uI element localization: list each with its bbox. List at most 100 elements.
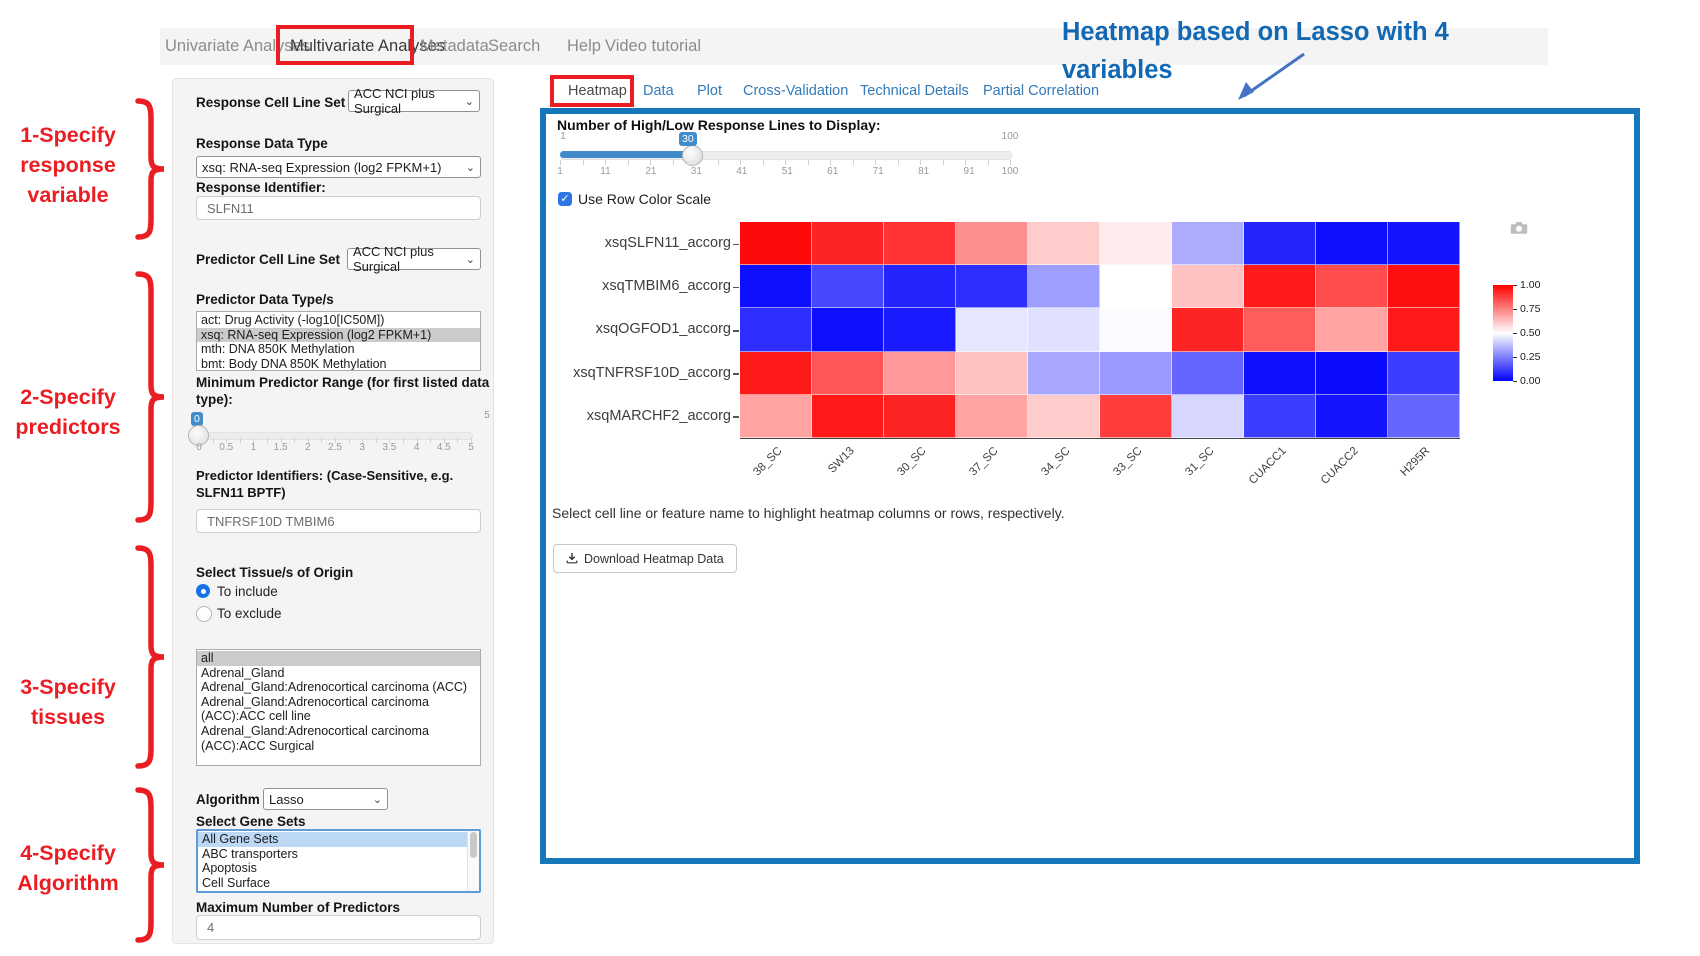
heatmap-row-label[interactable]: xsqSLFN11_accorg: [556, 222, 731, 265]
heatmap-column-label[interactable]: H295R: [1399, 445, 1433, 479]
nav-item-search[interactable]: Search: [488, 37, 540, 56]
slider-minor-tick: [267, 438, 268, 443]
predictor-data-types-listbox[interactable]: act: Drug Activity (-log10[IC50M])xsq: R…: [196, 311, 481, 371]
heatmap-column-label[interactable]: 38_SC: [751, 445, 784, 478]
list-item[interactable]: all: [197, 651, 480, 666]
max-predictors-input[interactable]: 4: [196, 915, 481, 940]
heatmap-column-label[interactable]: 30_SC: [895, 445, 928, 478]
list-item[interactable]: Cell Surface: [198, 876, 479, 891]
gene-sets-scrollbar-thumb[interactable]: [470, 832, 477, 858]
slider-tick-label: 2.5: [328, 442, 342, 453]
tissue-include-radio[interactable]: [196, 584, 210, 598]
response-cell-line-set-value: ACC NCI plus Surgical: [354, 86, 461, 116]
list-item[interactable]: ABC transporters: [198, 847, 479, 862]
heatmap-row-tick: [733, 330, 739, 332]
heatmap-column-label[interactable]: CUACC1: [1247, 445, 1289, 487]
tissue-exclude-radio-label[interactable]: To exclude: [217, 606, 282, 621]
heatmap-row-label[interactable]: xsqTNFRSF10D_accorg: [556, 352, 731, 395]
heatmap-row-label[interactable]: xsqTMBIM6_accorg: [556, 265, 731, 308]
tissue-include-radio-label[interactable]: To include: [217, 584, 278, 599]
response-lines-slider-handle[interactable]: [682, 145, 703, 166]
heatmap-column-label[interactable]: 31_SC: [1183, 445, 1216, 478]
algorithm-value: Lasso: [269, 792, 304, 807]
tissue-listbox[interactable]: allAdrenal_GlandAdrenal_Gland:Adrenocort…: [196, 649, 481, 766]
heatmap-row-label[interactable]: xsqMARCHF2_accorg: [556, 395, 731, 438]
tab-partial-correlation[interactable]: Partial Correlation: [983, 83, 1099, 99]
predictor-identifiers-input[interactable]: TNFRSF10D TMBIM6: [196, 509, 481, 533]
heatmap-row-label[interactable]: xsqOGFOD1_accorg: [556, 308, 731, 351]
list-item[interactable]: Adrenal_Gland:Adrenocortical carcinoma (…: [197, 680, 480, 695]
row-color-scale-checkbox[interactable]: ✓: [558, 192, 572, 206]
response-identifier-input[interactable]: SLFN11: [196, 196, 481, 220]
predictor-identifiers-label: Predictor Identifiers: (Case-Sensitive, …: [196, 467, 491, 501]
slider-minor-tick: [628, 160, 629, 165]
check-icon: ✓: [560, 193, 569, 205]
annotation-step4-line2: Algorithm: [6, 868, 130, 898]
chevron-down-icon: ⌄: [465, 95, 474, 108]
algorithm-select[interactable]: Lasso ⌄: [263, 788, 388, 810]
slider-minor-tick: [853, 160, 854, 165]
min-predictor-range-value-badge: 0: [191, 412, 203, 426]
gene-sets-scrollbar[interactable]: [467, 831, 479, 891]
list-item[interactable]: Adrenal_Gland: [197, 666, 480, 681]
min-predictor-range-max-label: 5: [484, 410, 490, 421]
list-item[interactable]: Adrenal_Gland:Adrenocortical carcinoma (…: [197, 724, 480, 753]
heatmap-column-label[interactable]: SW13: [826, 445, 857, 476]
response-cell-line-set-select[interactable]: ACC NCI plus Surgical ⌄: [348, 90, 480, 112]
nav-item-metadata[interactable]: Metadata: [420, 37, 489, 56]
tab-cross-validation[interactable]: Cross-Validation: [743, 83, 848, 99]
list-item[interactable]: Adrenal_Gland:Adrenocortical carcinoma (…: [197, 695, 480, 724]
tab-technical-details[interactable]: Technical Details: [860, 83, 969, 99]
response-data-type-select[interactable]: xsq: RNA-seq Expression (log2 FPKM+1) ⌄: [196, 156, 481, 178]
annotation-step3-line1: 3-Specify: [6, 672, 130, 702]
heatmap-cell: [1388, 352, 1460, 395]
response-lines-slider-max-label: 100: [1002, 131, 1019, 142]
slider-minor-tick: [213, 438, 214, 443]
heatmap-cell: [1388, 222, 1460, 265]
slider-tick-label: 1: [557, 166, 563, 177]
heatmap-cell: [1172, 308, 1244, 351]
heatmap-column-label[interactable]: 34_SC: [1039, 445, 1072, 478]
heatmap-cell: [1028, 265, 1100, 308]
tab-data[interactable]: Data: [643, 83, 674, 99]
slider-tick-label: 1.5: [274, 442, 288, 453]
list-item[interactable]: Apoptosis: [198, 861, 479, 876]
nav-item-video-tutorial[interactable]: Video tutorial: [605, 37, 701, 56]
chevron-down-icon: ⌄: [466, 253, 475, 266]
heatmap-column-label[interactable]: 37_SC: [967, 445, 1000, 478]
heatmap-column-label[interactable]: 33_SC: [1111, 445, 1144, 478]
slider-minor-tick: [898, 160, 899, 165]
download-heatmap-data-label: Download Heatmap Data: [584, 552, 724, 566]
gene-sets-listbox[interactable]: All Gene SetsABC transportersApoptosisCe…: [196, 829, 481, 893]
max-predictors-value: 4: [207, 920, 214, 935]
heatmap-cell: [1388, 395, 1460, 438]
heatmap-cell: [740, 352, 812, 395]
list-item[interactable]: mth: DNA 850K Methylation: [197, 342, 480, 357]
colorbar-tick-label: 0.50: [1520, 327, 1540, 339]
predictor-cell-line-set-label: Predictor Cell Line Set: [196, 251, 340, 268]
nav-item-help[interactable]: Help: [567, 37, 601, 56]
row-color-scale-checkbox-label[interactable]: Use Row Color Scale: [578, 191, 711, 207]
predictor-cell-line-set-select[interactable]: ACC NCI plus Surgical ⌄: [347, 248, 481, 270]
heatmap-cell: [884, 265, 956, 308]
slider-tick-label: 0.5: [219, 442, 233, 453]
chevron-down-icon: ⌄: [466, 161, 475, 174]
list-item[interactable]: All Gene Sets: [198, 832, 479, 847]
heatmap-cell: [956, 265, 1028, 308]
camera-icon[interactable]: [1509, 220, 1529, 236]
annotation-step2: 2-Specify predictors: [6, 382, 130, 442]
heatmap-column-label[interactable]: CUACC2: [1319, 445, 1361, 487]
colorbar-tick-label: 0.25: [1520, 351, 1540, 363]
list-item[interactable]: xsq: RNA-seq Expression (log2 FPKM+1): [197, 328, 480, 343]
tab-plot[interactable]: Plot: [697, 83, 722, 99]
download-heatmap-data-button[interactable]: Download Heatmap Data: [553, 544, 737, 573]
slider-minor-tick: [349, 438, 350, 443]
list-item[interactable]: bmt: Body DNA 850K Methylation: [197, 357, 480, 371]
tissue-exclude-radio[interactable]: [196, 606, 212, 622]
annotation-step1-line1: 1-Specify: [6, 120, 130, 150]
nav-item-univariate-analyses[interactable]: Univariate Analyses: [165, 37, 310, 56]
tab-heatmap[interactable]: Heatmap: [568, 83, 627, 99]
slider-minor-tick: [457, 438, 458, 443]
list-item[interactable]: act: Drug Activity (-log10[IC50M]): [197, 313, 480, 328]
slider-tick-label: 21: [645, 166, 656, 177]
